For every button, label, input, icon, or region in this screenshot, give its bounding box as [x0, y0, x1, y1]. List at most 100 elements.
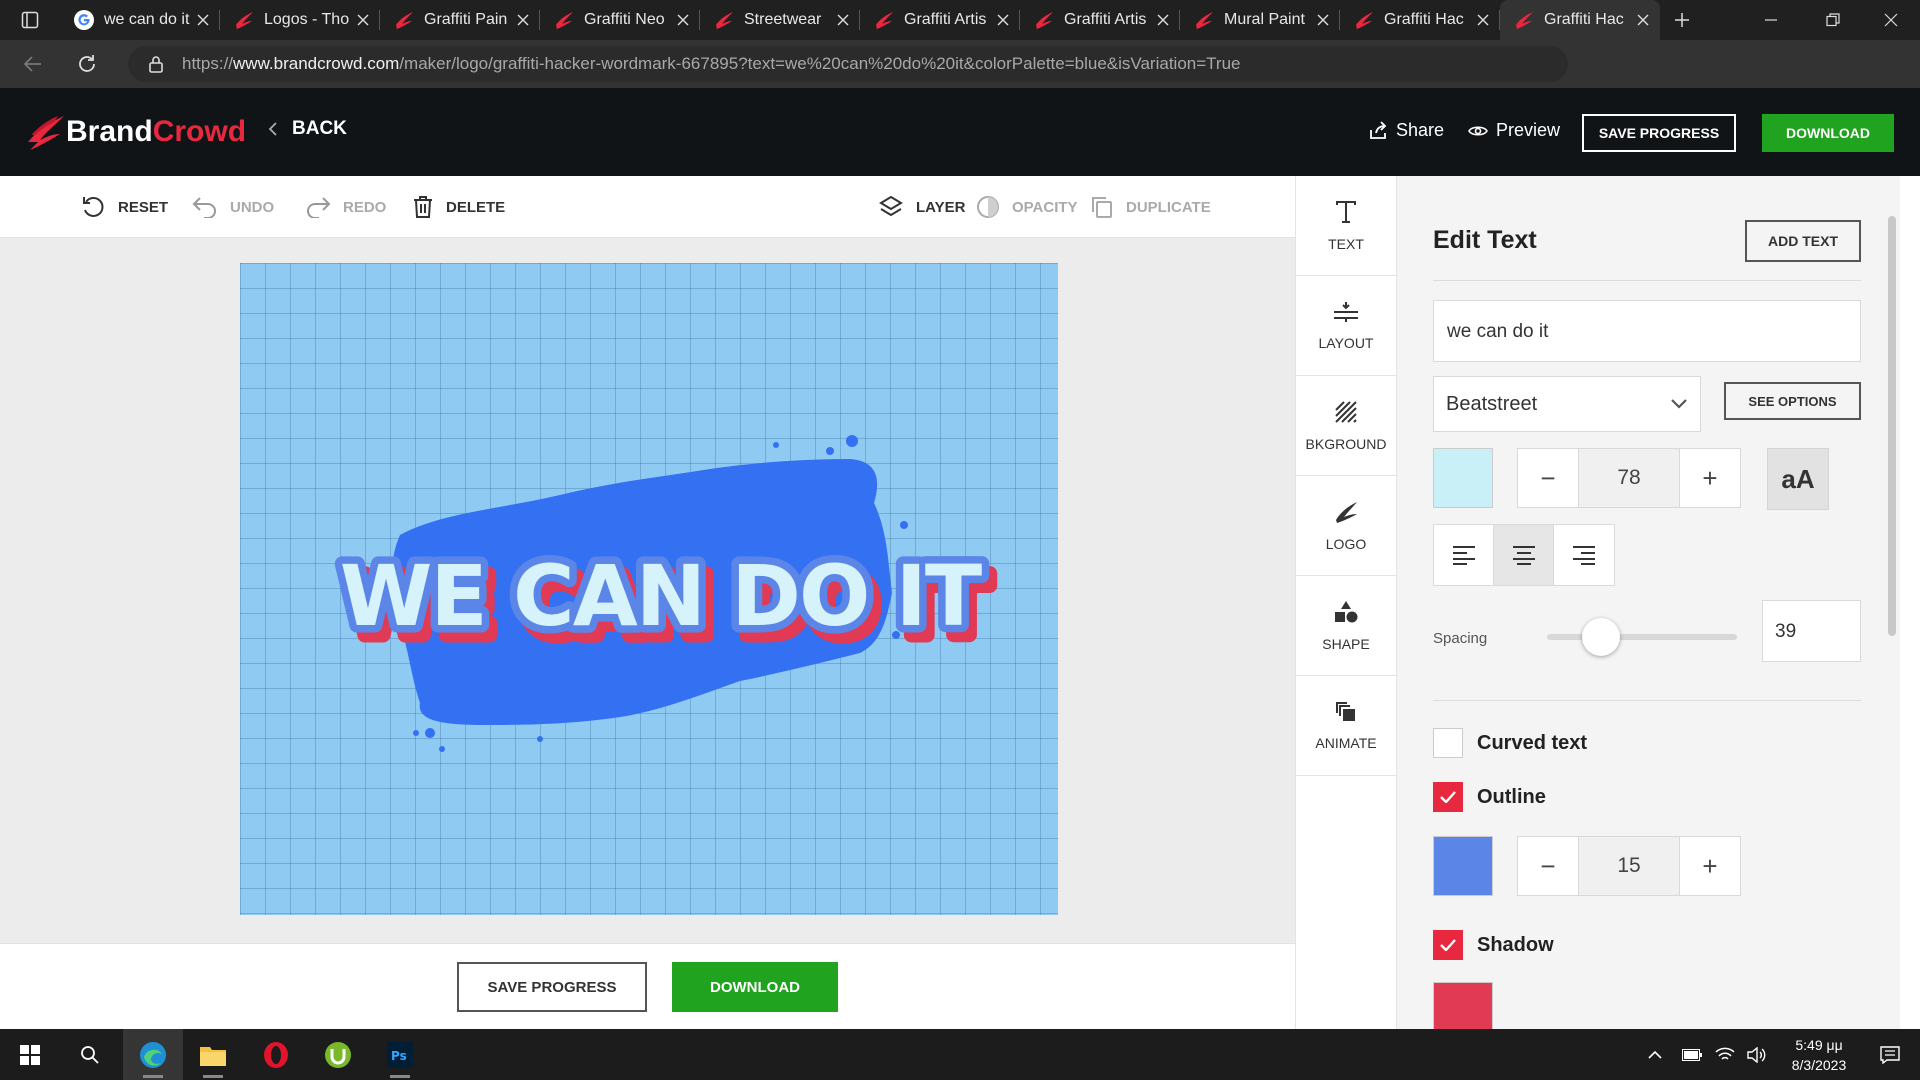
close-tab-icon[interactable] [676, 13, 690, 27]
rail-item-animate[interactable]: ANIMATE [1296, 676, 1396, 776]
see-options-button[interactable]: SEE OPTIONS [1724, 382, 1861, 420]
save-progress-button-bottom[interactable]: SAVE PROGRESS [457, 962, 647, 1012]
tray-overflow-button[interactable] [1640, 1029, 1670, 1080]
layer-button[interactable]: LAYER [878, 176, 965, 238]
undo-label: UNDO [230, 198, 275, 216]
download-button-bottom[interactable]: DOWNLOAD [672, 962, 838, 1012]
close-tab-icon[interactable] [1156, 13, 1170, 27]
rail-item-background[interactable]: BKGROUND [1296, 376, 1396, 476]
back-button[interactable]: BACK [268, 118, 347, 140]
undo-button[interactable]: UNDO [192, 176, 274, 238]
close-tab-icon[interactable] [1636, 13, 1650, 27]
preview-button[interactable]: Preview [1468, 120, 1560, 141]
browser-tab[interactable]: Graffiti Artis [1020, 0, 1180, 40]
curved-text-checkbox[interactable] [1433, 728, 1463, 758]
redo-button[interactable]: REDO [305, 176, 386, 238]
taskbar-edge[interactable] [123, 1029, 183, 1080]
opacity-button[interactable]: OPACITY [976, 176, 1078, 238]
taskbar-opera[interactable] [246, 1029, 306, 1080]
browser-tab[interactable]: Graffiti Hac [1500, 0, 1660, 40]
taskbar-clock[interactable]: 5:49 μμ 8/3/2023 [1774, 1035, 1864, 1075]
add-text-button[interactable]: ADD TEXT [1745, 220, 1861, 262]
outline-checkbox[interactable] [1433, 782, 1463, 812]
close-tab-icon[interactable] [196, 13, 210, 27]
font-size-decrease-button[interactable]: − [1517, 448, 1579, 508]
download-button[interactable]: DOWNLOAD [1762, 114, 1894, 152]
rail-item-logo[interactable]: LOGO [1296, 476, 1396, 576]
browser-tab[interactable]: we can do it [60, 0, 220, 40]
text-icon [1336, 200, 1356, 223]
close-tab-icon[interactable] [516, 13, 530, 27]
browser-tab[interactable]: Graffiti Hac [1340, 0, 1500, 40]
spacing-slider[interactable] [1547, 634, 1737, 640]
save-progress-button[interactable]: SAVE PROGRESS [1582, 114, 1736, 152]
align-left-button[interactable] [1433, 524, 1495, 586]
rail-item-shape[interactable]: SHAPE [1296, 576, 1396, 676]
curved-text-option[interactable]: Curved text [1433, 728, 1587, 758]
browser-tab[interactable]: Graffiti Artis [860, 0, 1020, 40]
browser-tab[interactable]: Streetwear [700, 0, 860, 40]
taskbar-utorrent[interactable] [308, 1029, 368, 1080]
shadow-checkbox[interactable] [1433, 930, 1463, 960]
browser-tab[interactable]: Mural Paint [1180, 0, 1340, 40]
minimize-button[interactable] [1742, 0, 1800, 40]
new-tab-button[interactable] [1660, 0, 1704, 40]
brandcrowd-logo[interactable]: Brand Crowd [24, 112, 246, 152]
url-field[interactable]: https://www.brandcrowd.com/maker/logo/gr… [128, 46, 1568, 82]
wifi-tray[interactable] [1710, 1029, 1740, 1080]
panel-scrollbar[interactable] [1886, 192, 1896, 842]
font-dropdown[interactable]: Beatstreet [1433, 376, 1701, 432]
restore-button[interactable] [1804, 0, 1862, 40]
logo-artboard[interactable]: WE CAN DO IT WE CAN DO IT WE CAN DO IT [240, 263, 1058, 915]
share-button[interactable]: Share [1368, 120, 1444, 141]
outline-size-increase-button[interactable]: + [1679, 836, 1741, 896]
taskbar-photoshop[interactable]: Ps [370, 1029, 430, 1080]
text-color-swatch[interactable] [1433, 448, 1493, 508]
logo-text[interactable]: WE CAN DO IT [340, 547, 984, 645]
font-size-increase-button[interactable]: + [1679, 448, 1741, 508]
outline-size-decrease-button[interactable]: − [1517, 836, 1579, 896]
close-window-button[interactable] [1862, 0, 1920, 40]
browser-tab[interactable]: Graffiti Neo [540, 0, 700, 40]
brandcrowd-favicon-icon [1196, 12, 1213, 29]
rail-label-layout: LAYOUT [1318, 334, 1374, 351]
reset-button[interactable]: RESET [80, 176, 168, 238]
battery-tray[interactable] [1677, 1029, 1707, 1080]
volume-tray[interactable] [1742, 1029, 1772, 1080]
text-content-input[interactable]: we can do it [1433, 300, 1861, 362]
align-center-button[interactable] [1493, 524, 1555, 586]
font-size-value[interactable]: 78 [1579, 448, 1679, 508]
duplicate-button[interactable]: DUPLICATE [1090, 176, 1211, 238]
plus-icon: + [1702, 462, 1718, 493]
logo-artwork[interactable]: WE CAN DO IT WE CAN DO IT WE CAN DO IT [240, 263, 1058, 915]
close-tab-icon[interactable] [356, 13, 370, 27]
align-right-button[interactable] [1553, 524, 1615, 586]
close-tab-icon[interactable] [836, 13, 850, 27]
notifications-button[interactable] [1870, 1029, 1910, 1080]
tab-actions-button[interactable] [0, 0, 60, 40]
spacing-slider-handle[interactable] [1582, 618, 1620, 656]
close-tab-icon[interactable] [1476, 13, 1490, 27]
outline-size-value[interactable]: 15 [1579, 836, 1679, 896]
browser-tab[interactable]: Logos - Tho [220, 0, 380, 40]
back-nav-button[interactable] [12, 43, 54, 85]
close-tab-icon[interactable] [1316, 13, 1330, 27]
shadow-option[interactable]: Shadow [1433, 930, 1554, 960]
wifi-icon [1715, 1047, 1735, 1060]
tool-rail: TEXT LAYOUT BKGROUND LOGO SHAPE ANIMATE [1295, 176, 1397, 1029]
outline-option[interactable]: Outline [1433, 782, 1546, 812]
shadow-color-swatch[interactable] [1433, 982, 1493, 1029]
text-case-toggle[interactable]: aA [1767, 448, 1829, 510]
rail-item-text[interactable]: TEXT [1296, 176, 1396, 276]
taskbar-search-button[interactable] [60, 1029, 120, 1080]
taskbar-file-explorer[interactable] [183, 1029, 243, 1080]
reload-button[interactable] [66, 43, 108, 85]
browser-tab[interactable]: Graffiti Pain [380, 0, 540, 40]
scrollbar-thumb[interactable] [1888, 216, 1896, 636]
rail-item-layout[interactable]: LAYOUT [1296, 276, 1396, 376]
close-tab-icon[interactable] [996, 13, 1010, 27]
outline-color-swatch[interactable] [1433, 836, 1493, 896]
start-button[interactable] [0, 1029, 60, 1080]
delete-button[interactable]: DELETE [412, 176, 505, 238]
spacing-input[interactable]: 39 [1762, 600, 1861, 662]
